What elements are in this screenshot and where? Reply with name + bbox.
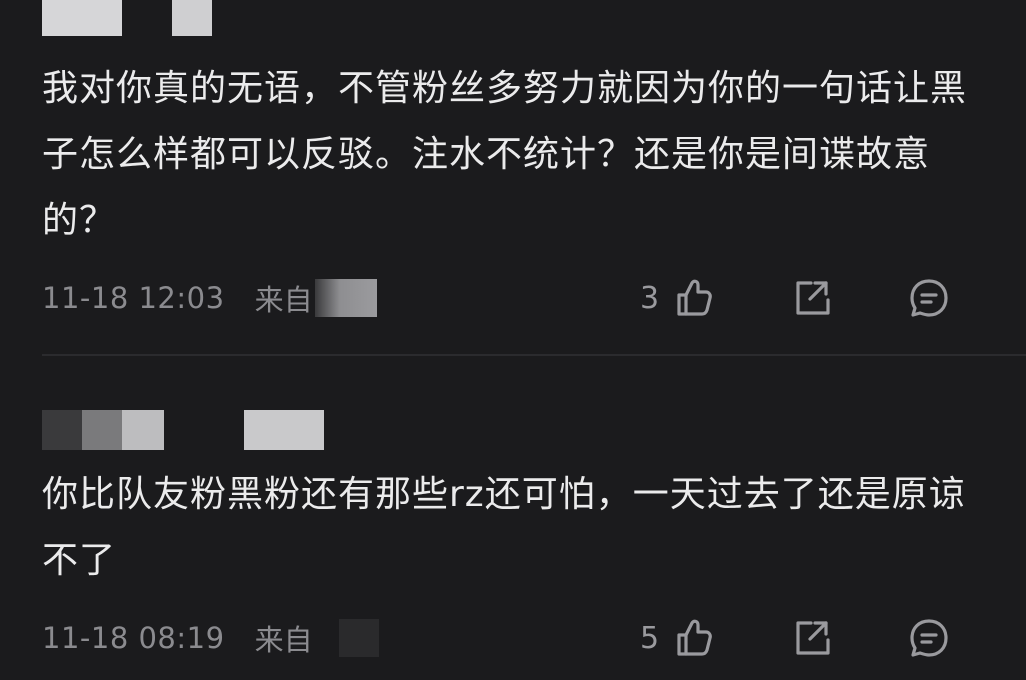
share-icon[interactable] xyxy=(789,616,833,660)
username-blurred[interactable] xyxy=(42,0,212,36)
thumbs-up-icon[interactable] xyxy=(671,276,715,320)
source-label: 来自 xyxy=(254,623,313,657)
source-location-blurred xyxy=(314,279,377,317)
comment-icon[interactable] xyxy=(907,616,951,660)
comment-item: 我对你真的无语，不管粉丝多努力就因为你的一句话让黑子怎么样都可以反驳。注水不统计… xyxy=(0,0,1026,354)
like-count: 3 xyxy=(640,280,660,316)
comment-icon[interactable] xyxy=(907,276,951,320)
comment-timestamp: 11-18 12:03 xyxy=(42,281,225,315)
comment-timestamp: 11-18 08:19 xyxy=(42,621,225,655)
source-label: 来自 xyxy=(254,283,313,317)
comment-text: 你比队友粉黑粉还有那些rz还可怕，一天过去了还是原谅不了 xyxy=(42,474,966,581)
comment-actions: 5 xyxy=(640,614,951,662)
thumbs-up-icon[interactable] xyxy=(671,616,715,660)
like-count: 5 xyxy=(640,620,660,656)
share-icon[interactable] xyxy=(789,276,833,320)
username-blurred[interactable] xyxy=(42,410,324,450)
comment-text: 我对你真的无语，不管粉丝多努力就因为你的一句话让黑子怎么样都可以反驳。注水不统计… xyxy=(42,68,968,241)
comment-item: 你比队友粉黑粉还有那些rz还可怕，一天过去了还是原谅不了 11-18 08:19… xyxy=(0,356,1026,680)
comment-meta: 11-18 12:03 来自 xyxy=(42,278,377,318)
comment-actions: 3 xyxy=(640,274,951,322)
source-location-blurred xyxy=(338,619,379,657)
comment-meta: 11-18 08:19 来自 xyxy=(42,618,379,658)
